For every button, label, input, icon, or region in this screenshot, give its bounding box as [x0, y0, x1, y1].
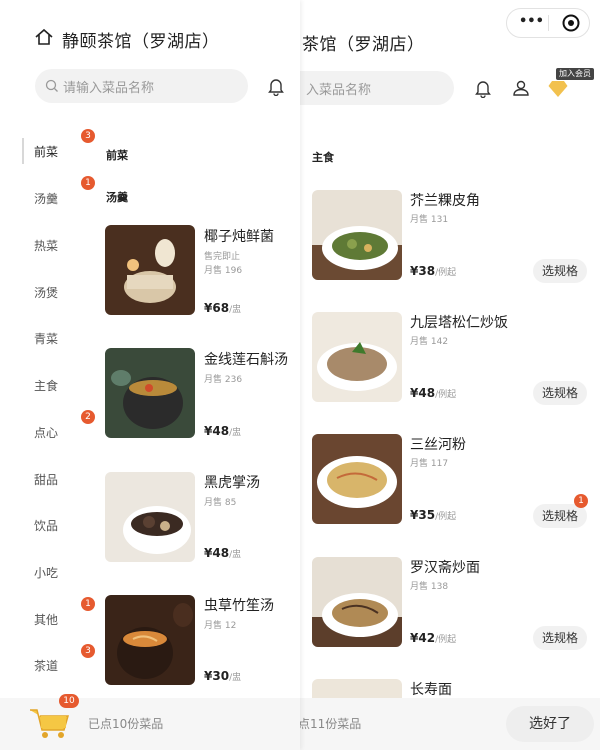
cart-bar[interactable]: 点11份菜品 选好了 — [298, 698, 600, 750]
category-badge: 3 — [81, 644, 95, 658]
category-badge: 1 — [81, 597, 95, 611]
dish-price: ¥48/盅 — [204, 424, 242, 438]
category-item[interactable]: 茶道 — [0, 651, 68, 681]
dish-name: 三丝河粉 — [410, 437, 466, 453]
category-item[interactable]: 甜品 — [0, 465, 68, 495]
vip-diamond-icon[interactable] — [548, 80, 568, 98]
category-item[interactable]: 其他 — [0, 605, 68, 635]
search-placeholder: 入菜品名称 — [306, 82, 372, 98]
select-spec-button[interactable]: 选规格 — [533, 259, 587, 283]
dish-sales: 月售 142 — [410, 337, 449, 347]
dish-status: 售完即止 — [204, 252, 241, 262]
dish-image — [105, 595, 195, 685]
cart-summary: 已点10份菜品 — [88, 717, 164, 731]
dish-image — [312, 557, 402, 647]
category-item[interactable]: 汤煲 — [0, 278, 68, 308]
dish-sales: 月售 138 — [410, 582, 449, 592]
bell-icon[interactable] — [266, 76, 286, 96]
category-badge: 3 — [81, 129, 95, 143]
category-badge: 1 — [81, 176, 95, 190]
dish-sales: 月售 12 — [204, 621, 237, 631]
category-item[interactable]: 青菜 — [0, 324, 68, 354]
user-icon[interactable] — [511, 78, 531, 98]
page-title: 静颐茶馆（罗湖店） — [62, 32, 220, 52]
join-member-label[interactable]: 加入会员 — [556, 68, 594, 80]
dish-price: ¥35/例起 — [410, 508, 457, 522]
cart-bar[interactable]: 10 已点10份菜品 — [0, 694, 300, 750]
done-button[interactable]: 选好了 — [506, 706, 594, 742]
cart-summary: 点11份菜品 — [298, 717, 362, 731]
dish-sales: 月售 236 — [204, 375, 243, 385]
dish-price: ¥48/例起 — [410, 386, 457, 400]
dish-image — [105, 472, 195, 562]
search-input[interactable]: 请输入菜品名称 — [35, 69, 248, 103]
section-title: 前菜 — [106, 149, 128, 162]
cart-icon[interactable] — [28, 704, 70, 740]
select-spec-button[interactable]: 选规格 — [533, 381, 587, 405]
category-item[interactable]: 点心 — [0, 418, 68, 448]
dish-name: 罗汉斋炒面 — [410, 560, 480, 576]
section-title: 汤羹 — [106, 191, 128, 204]
dish-price: ¥48/盅 — [204, 546, 242, 560]
category-item[interactable]: 前菜 — [0, 137, 68, 167]
dish-image — [312, 312, 402, 402]
category-item[interactable]: 主食 — [0, 371, 68, 401]
dish-sales: 月售 117 — [410, 459, 449, 469]
dish-name: 九层塔松仁炒饭 — [410, 315, 508, 331]
dish-name: 黑虎掌汤 — [204, 475, 260, 491]
dish-name: 金线莲石斛汤 — [204, 352, 288, 368]
dish-name: 芥兰粿皮角 — [410, 193, 480, 209]
dish-image — [312, 190, 402, 280]
miniapp-capsule[interactable]: ••• — [506, 8, 590, 38]
dish-name: 椰子炖鲜菌 — [204, 229, 274, 245]
category-item[interactable]: 饮品 — [0, 511, 68, 541]
search-icon — [45, 79, 58, 92]
dish-name: 虫草竹笙汤 — [204, 598, 274, 614]
dish-price: ¥38/例起 — [410, 264, 457, 278]
section-title: 主食 — [312, 151, 334, 164]
more-icon[interactable]: ••• — [519, 14, 544, 29]
dish-name: 长寿面 — [410, 682, 452, 698]
dish-image — [105, 225, 195, 315]
dish-price: ¥42/例起 — [410, 631, 457, 645]
right-screen: ••• 茶馆（罗湖店） 入菜品名称 加入会员 主食 芥兰粿皮角 月售 131 ¥… — [298, 0, 600, 750]
close-miniapp-icon[interactable] — [562, 14, 580, 32]
dish-image — [312, 434, 402, 524]
dish-image — [105, 348, 195, 438]
dish-sales: 月售 131 — [410, 215, 449, 225]
select-spec-button[interactable]: 选规格 — [533, 626, 587, 650]
dish-sales: 月售 85 — [204, 498, 237, 508]
home-icon[interactable] — [34, 27, 54, 47]
quantity-badge: 1 — [574, 494, 588, 508]
left-screen: 静颐茶馆（罗湖店） 请输入菜品名称 前菜 汤羹 热菜 汤煲 青菜 主食 点心 甜… — [0, 0, 300, 750]
page-title: 茶馆（罗湖店） — [302, 35, 425, 55]
dish-price: ¥30/盅 — [204, 669, 242, 683]
cart-count-badge: 10 — [59, 694, 79, 708]
dish-sales: 月售 196 — [204, 266, 243, 276]
dish-price: ¥68/盅 — [204, 301, 242, 315]
bell-icon[interactable] — [473, 78, 493, 98]
category-item[interactable]: 小吃 — [0, 558, 68, 588]
search-placeholder: 请输入菜品名称 — [63, 80, 155, 96]
category-item[interactable]: 汤羹 — [0, 184, 68, 214]
category-item[interactable]: 热菜 — [0, 231, 68, 261]
search-input[interactable]: 入菜品名称 — [298, 71, 454, 105]
category-badge: 2 — [81, 410, 95, 424]
